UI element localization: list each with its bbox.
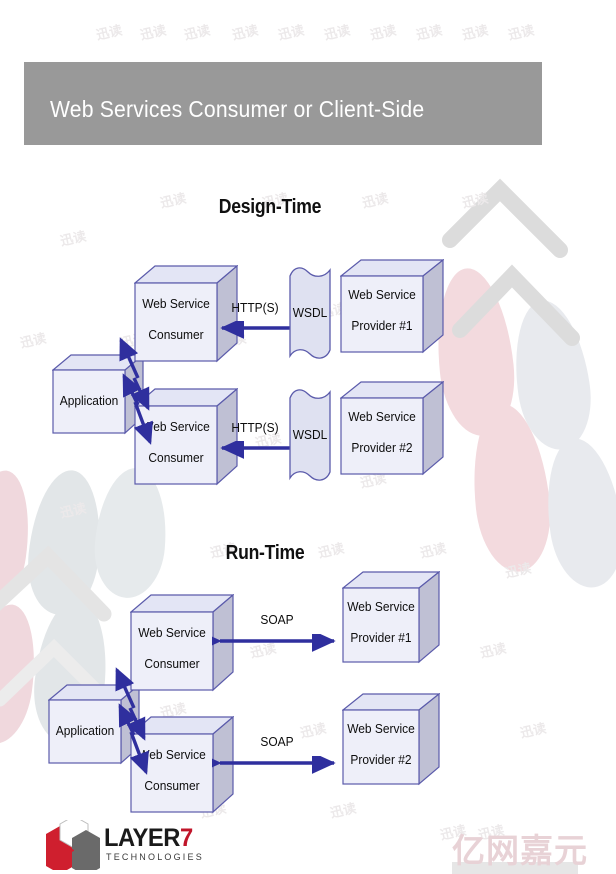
provider-label-line1: Web Service xyxy=(347,721,415,736)
protocol-label: SOAP xyxy=(260,734,294,749)
decor-stamp: 迅读 xyxy=(507,23,536,44)
decor-stamp: 迅读 xyxy=(95,23,124,44)
page-title: Web Services Consumer or Client-Side xyxy=(50,96,425,122)
provider-label-line1: Web Service xyxy=(348,409,416,424)
section-title-run-time: Run-Time xyxy=(225,542,305,564)
decor-stamp: 迅读 xyxy=(159,191,188,212)
decor-stamp: 迅读 xyxy=(323,23,352,44)
decor-stamp: 迅读 xyxy=(361,191,390,212)
protocol-arrow-run-1: SOAP xyxy=(212,612,342,652)
provider-label-line2: Provider #2 xyxy=(350,751,412,767)
decor-stamp: 迅读 xyxy=(139,23,168,44)
wsdl-label: WSDL xyxy=(292,305,328,320)
provider-label-line2: Provider #2 xyxy=(351,439,413,455)
decor-stamp: 迅读 xyxy=(183,23,212,44)
logo-seven: 7 xyxy=(179,824,193,852)
provider-labels: Web Service Provider #1 xyxy=(342,288,422,332)
layer7-cube-icon xyxy=(46,820,100,870)
protocol-label: HTTP(S) xyxy=(231,300,279,315)
logo-name: LAYER xyxy=(104,824,180,852)
decor-stamp: 迅读 xyxy=(461,23,490,44)
provider-label-line1: Web Service xyxy=(347,599,415,614)
decor-stamp: 迅读 xyxy=(479,641,508,662)
protocol-label: SOAP xyxy=(260,612,294,627)
arrow-both-icon xyxy=(212,756,336,774)
decor-stamp: 迅读 xyxy=(415,23,444,44)
decor-stamp: 迅读 xyxy=(317,541,346,562)
arrow-both-icon xyxy=(212,634,336,652)
decor-petal xyxy=(505,295,599,455)
decor-petal xyxy=(0,466,38,614)
wsdl-document-1: WSDL xyxy=(288,264,332,362)
decor-petal xyxy=(22,466,108,619)
provider-label-line2: Provider #1 xyxy=(351,317,413,333)
protocol-arrow-design-1: HTTP(S) xyxy=(216,300,294,340)
decor-stamp: 迅读 xyxy=(329,801,358,822)
app-consumer-arrows-design xyxy=(119,337,153,445)
protocol-label: HTTP(S) xyxy=(231,420,279,435)
decor-stamp: 迅读 xyxy=(231,23,260,44)
consumer-label-line1: Web Service xyxy=(142,296,210,311)
consumer-label-line1: Web Service xyxy=(138,625,206,640)
arrow-left-icon xyxy=(220,441,292,459)
layer7-logo: LAYER7 TECHNOLOGIES xyxy=(42,818,222,870)
provider-labels: Web Service Provider #1 xyxy=(342,600,420,644)
decor-stamp: 迅读 xyxy=(504,561,533,582)
decor-stamp: 迅读 xyxy=(419,541,448,562)
provider-label-line1: Web Service xyxy=(348,287,416,302)
slide-canvas: 迅读 迅读 迅读 迅读 迅读 迅读 迅读 迅读 迅读 迅读 迅读 迅读 迅读 迅… xyxy=(0,0,616,874)
decor-petal xyxy=(0,600,44,748)
provider-box-run-1: Web Service Provider #1 xyxy=(342,571,440,664)
provider-label-line2: Provider #1 xyxy=(350,629,412,645)
decor-stamp: 迅读 xyxy=(59,229,88,250)
decor-stamp: 迅读 xyxy=(461,191,490,212)
arrow-left-icon xyxy=(220,321,292,339)
decor-stamp: 迅读 xyxy=(59,501,88,522)
decor-petal xyxy=(537,433,616,593)
provider-box-design-1: Web Service Provider #1 xyxy=(340,259,444,354)
protocol-arrow-run-2: SOAP xyxy=(212,734,342,774)
logo-wordmark: LAYER7 xyxy=(104,824,193,853)
decor-stamp: 迅读 xyxy=(19,331,48,352)
decor-stamp: 迅读 xyxy=(369,23,398,44)
protocol-arrow-design-2: HTTP(S) xyxy=(216,420,294,460)
provider-box-run-2: Web Service Provider #2 xyxy=(342,693,440,786)
provider-labels: Web Service Provider #2 xyxy=(342,410,422,454)
site-watermark: 亿网嘉元 xyxy=(452,831,588,870)
decor-stamp: 迅读 xyxy=(277,23,306,44)
wsdl-label: WSDL xyxy=(292,427,328,442)
section-title-design-time: Design-Time xyxy=(218,196,322,218)
app-consumer-arrows-run xyxy=(115,667,149,775)
logo-tagline: TECHNOLOGIES xyxy=(106,852,204,862)
decor-petal xyxy=(465,400,557,576)
provider-box-design-2: Web Service Provider #2 xyxy=(340,381,444,476)
provider-labels: Web Service Provider #2 xyxy=(342,722,420,766)
decor-stamp: 迅读 xyxy=(519,721,548,742)
wsdl-document-2: WSDL xyxy=(288,386,332,484)
